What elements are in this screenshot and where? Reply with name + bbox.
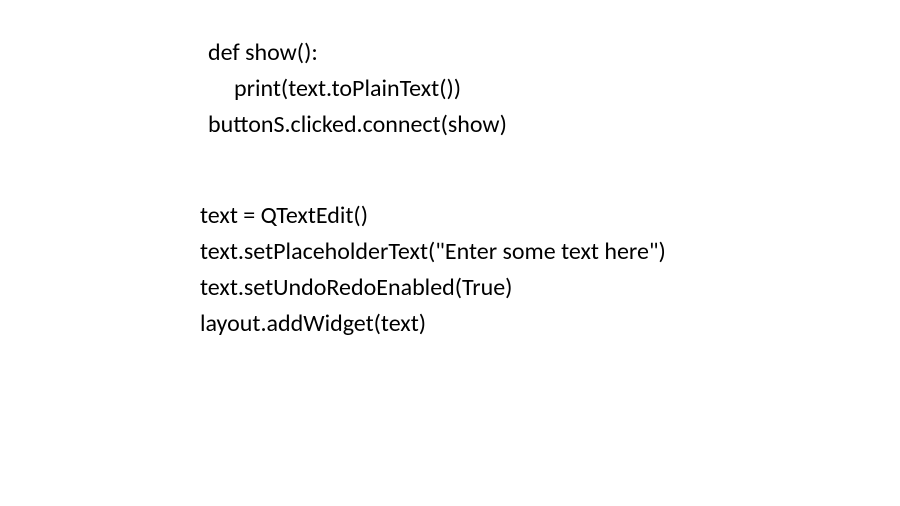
code-line: buttonS.clicked.connect(show) <box>208 107 507 143</box>
code-line: print(text.toPlainText()) <box>208 71 507 107</box>
code-line: text.setPlaceholderText("Enter some text… <box>200 234 666 270</box>
code-line: text.setUndoRedoEnabled(True) <box>200 270 666 306</box>
code-line: text = QTextEdit() <box>200 198 666 234</box>
code-line: layout.addWidget(text) <box>200 306 666 342</box>
code-block-textedit: text = QTextEdit() text.setPlaceholderTe… <box>200 198 666 342</box>
code-line: def show(): <box>208 35 507 71</box>
code-block-function: def show(): print(text.toPlainText()) bu… <box>208 35 507 143</box>
